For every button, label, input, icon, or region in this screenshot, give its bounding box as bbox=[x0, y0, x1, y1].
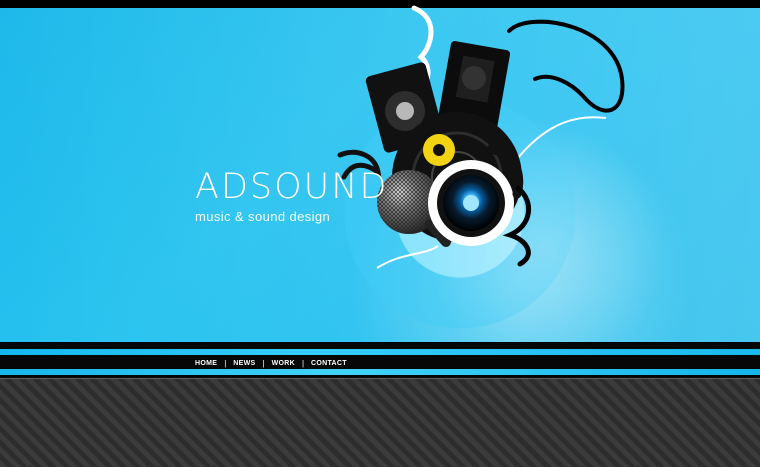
main-navigation: HOME | NEWS | WORK | CONTACT bbox=[195, 358, 347, 370]
nav-contact-link[interactable]: CONTACT bbox=[311, 359, 347, 369]
website-page: ADSOUND music & sound design HOME | NEWS… bbox=[0, 0, 760, 467]
nav-separator: | bbox=[301, 359, 305, 368]
bottom-blue-stripe bbox=[0, 369, 760, 375]
nav-work-link[interactable]: WORK bbox=[272, 359, 295, 369]
site-title: ADSOUND bbox=[195, 167, 389, 207]
brand-logo: ADSOUND music & sound design bbox=[195, 167, 389, 224]
top-blue-stripe bbox=[0, 349, 760, 355]
nav-separator: | bbox=[224, 359, 227, 368]
nav-news-link[interactable]: NEWS bbox=[233, 359, 255, 369]
site-subtitle: music & sound design bbox=[195, 209, 331, 224]
diagonal-pattern-footer bbox=[0, 378, 760, 467]
nav-home-link[interactable]: HOME bbox=[195, 359, 217, 369]
nav-separator: | bbox=[262, 359, 265, 368]
